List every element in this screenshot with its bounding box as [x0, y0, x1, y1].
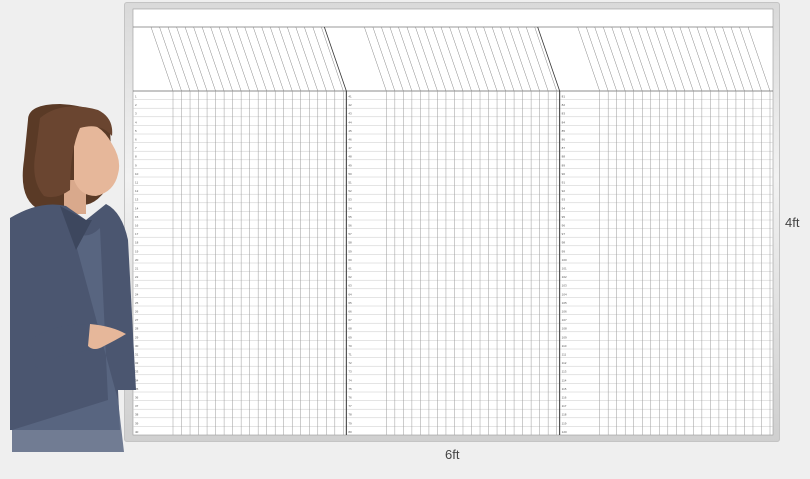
board-width-label: 6ft — [445, 447, 460, 462]
row-number: 53 — [348, 198, 352, 202]
row-number: 105 — [562, 301, 567, 305]
row-number: 77 — [348, 404, 352, 408]
row-number: 72 — [348, 361, 352, 365]
row-number: 68 — [348, 327, 352, 331]
row-number: 66 — [348, 309, 352, 313]
row-number: 112 — [562, 361, 567, 365]
row-number: 100 — [562, 258, 567, 262]
row-number: 81 — [562, 94, 566, 98]
board-surface — [132, 8, 774, 436]
row-number: 50 — [348, 172, 352, 176]
row-number: 109 — [562, 335, 567, 339]
presenter-figure — [10, 104, 136, 452]
row-number: 64 — [348, 292, 352, 296]
row-number: 110 — [562, 344, 567, 348]
row-number: 56 — [348, 223, 352, 227]
row-number: 95 — [562, 215, 566, 219]
row-number: 60 — [348, 258, 352, 262]
row-number: 87 — [562, 146, 566, 150]
row-number: 79 — [348, 421, 352, 425]
row-number: 78 — [348, 413, 352, 417]
row-number: 75 — [348, 387, 352, 391]
row-number: 104 — [562, 292, 567, 296]
row-number: 54 — [348, 206, 352, 210]
row-number: 80 — [348, 430, 352, 434]
row-number: 98 — [562, 241, 566, 245]
row-number: 49 — [348, 163, 352, 167]
row-number: 107 — [562, 318, 567, 322]
row-number: 115 — [562, 387, 567, 391]
row-number: 120 — [562, 430, 567, 434]
row-number: 74 — [348, 378, 352, 382]
row-number: 92 — [562, 189, 566, 193]
row-number: 82 — [562, 103, 566, 107]
row-number: 57 — [348, 232, 352, 236]
row-number: 85 — [562, 129, 566, 133]
row-number: 59 — [348, 249, 352, 253]
row-number: 69 — [348, 335, 352, 339]
row-number: 63 — [348, 284, 352, 288]
row-number: 67 — [348, 318, 352, 322]
row-number: 46 — [348, 137, 352, 141]
row-number: 90 — [562, 172, 566, 176]
row-number: 86 — [562, 137, 566, 141]
row-number: 114 — [562, 378, 567, 382]
row-number: 96 — [562, 223, 566, 227]
row-number: 108 — [562, 327, 567, 331]
row-number: 61 — [348, 266, 352, 270]
row-number: 76 — [348, 395, 352, 399]
row-number: 44 — [348, 120, 352, 124]
row-number: 48 — [348, 155, 352, 159]
row-number: 65 — [348, 301, 352, 305]
row-number: 97 — [562, 232, 566, 236]
row-number: 83 — [562, 112, 566, 116]
row-number: 41 — [348, 94, 352, 98]
row-number: 111 — [562, 352, 567, 356]
row-number: 62 — [348, 275, 352, 279]
row-number: 101 — [562, 266, 567, 270]
presenter-face — [74, 121, 120, 196]
row-number: 118 — [562, 413, 567, 417]
row-number: 43 — [348, 112, 352, 116]
board-height-label: 4ft — [785, 215, 800, 230]
row-number: 116 — [562, 395, 567, 399]
row-number: 58 — [348, 241, 352, 245]
row-number: 94 — [562, 206, 566, 210]
row-number: 88 — [562, 155, 566, 159]
row-number: 55 — [348, 215, 352, 219]
row-number: 117 — [562, 404, 567, 408]
row-number: 45 — [348, 129, 352, 133]
row-number: 70 — [348, 344, 352, 348]
row-number: 91 — [562, 180, 566, 184]
row-number: 84 — [562, 120, 566, 124]
row-number: 71 — [348, 352, 352, 356]
row-number: 99 — [562, 249, 566, 253]
row-number: 93 — [562, 198, 566, 202]
row-number: 89 — [562, 163, 566, 167]
row-number: 103 — [562, 284, 567, 288]
row-number: 42 — [348, 103, 352, 107]
row-number: 51 — [348, 180, 352, 184]
row-number: 102 — [562, 275, 567, 279]
row-number: 52 — [348, 189, 352, 193]
row-number: 113 — [562, 370, 567, 374]
row-number: 47 — [348, 146, 352, 150]
row-number: 73 — [348, 370, 352, 374]
row-number: 119 — [562, 421, 567, 425]
row-number: 106 — [562, 309, 567, 313]
